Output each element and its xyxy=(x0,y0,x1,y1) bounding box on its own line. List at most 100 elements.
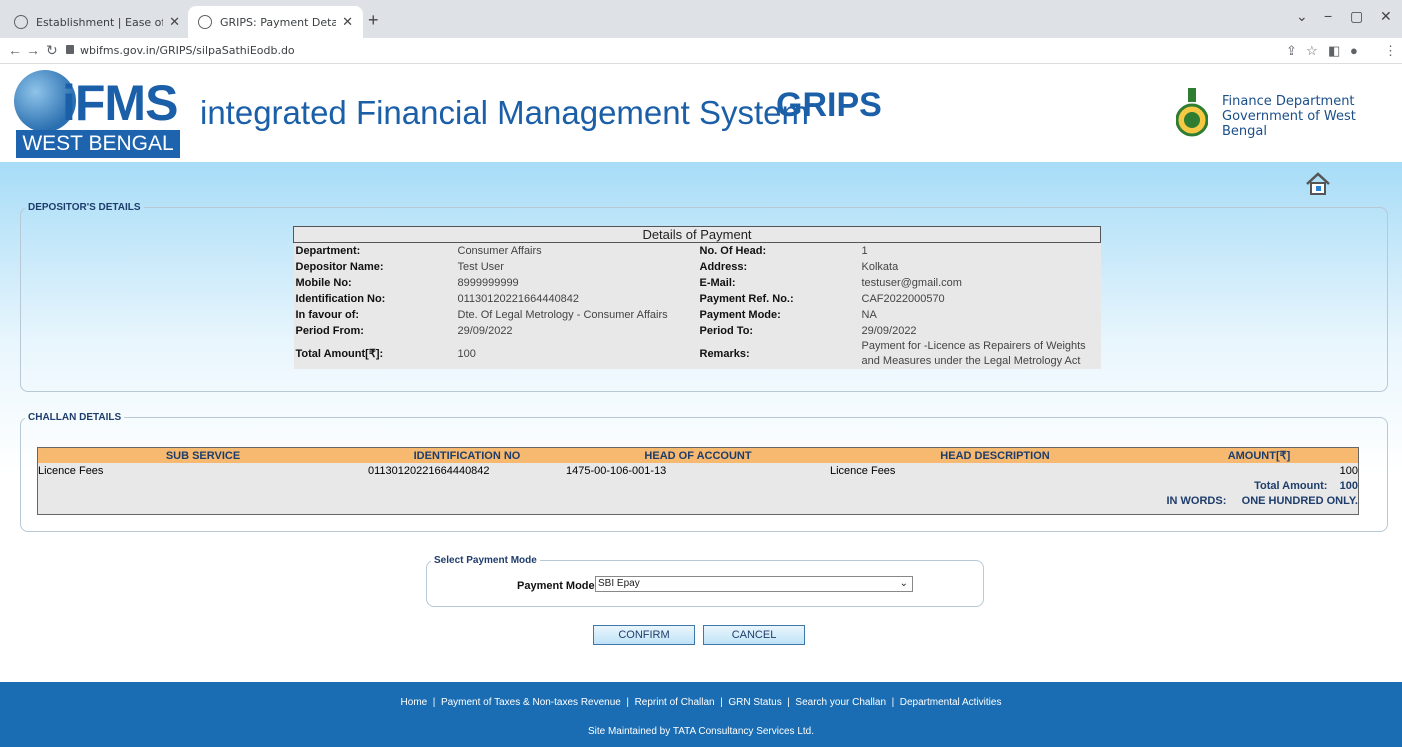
no-of-head-label: No. Of Head: xyxy=(697,242,860,259)
table-row: Identification No: 01130120221664440842 … xyxy=(293,290,1101,307)
depositor-details-legend: DEPOSITOR'S DETAILS xyxy=(28,202,141,213)
mobile-label: Mobile No: xyxy=(293,274,456,291)
address-bar: ← → ↻ wbifms.gov.in/GRIPS/silpaSathiEodb… xyxy=(0,38,1402,64)
main-content: DEPOSITOR'S DETAILS Details of Payment D… xyxy=(0,162,1402,682)
sub-service-cell: Licence Fees xyxy=(38,464,104,477)
payment-mode-select[interactable]: SBI Epay ⌄ xyxy=(595,576,913,592)
email-label: E-Mail: xyxy=(697,274,860,291)
identification-value: 01130120221664440842 xyxy=(455,290,698,307)
challan-details-legend: CHALLAN DETAILS xyxy=(28,412,122,423)
table-row: Depositor Name: Test User Address: Kolka… xyxy=(293,258,1101,275)
period-from-value: 29/09/2022 xyxy=(455,322,698,339)
new-tab-button[interactable]: + xyxy=(368,10,379,31)
in-words-label: IN WORDS: xyxy=(1166,494,1227,507)
menu-icon[interactable]: ⋮ xyxy=(1384,43,1397,59)
table-row: Department: Consumer Affairs No. Of Head… xyxy=(293,242,1101,259)
remarks-value: Payment for -Licence as Repairers of Wei… xyxy=(859,338,1101,369)
footer-link-search-challan[interactable]: Search your Challan xyxy=(795,697,886,708)
footer-links: Home | Payment of Taxes & Non-taxes Reve… xyxy=(400,697,1002,708)
period-to-value: 29/09/2022 xyxy=(859,322,1101,339)
table-row: Period From: 29/09/2022 Period To: 29/09… xyxy=(293,322,1101,339)
confirm-button[interactable]: CONFIRM xyxy=(593,625,695,645)
payment-details-title: Details of Payment xyxy=(293,226,1101,243)
depositor-details-section: DEPOSITOR'S DETAILS Details of Payment D… xyxy=(20,202,1388,392)
in-words-value: ONE HUNDRED ONLY. xyxy=(1241,494,1358,507)
total-amount-label: Total Amount: xyxy=(1254,479,1328,492)
close-icon[interactable]: ✕ xyxy=(169,15,180,30)
minimize-icon[interactable]: − xyxy=(1324,8,1332,24)
grips-logo: GRIPS xyxy=(776,86,882,124)
footer-link-home[interactable]: Home xyxy=(401,697,428,708)
footer-link-departmental[interactable]: Departmental Activities xyxy=(900,697,1002,708)
restore-icon[interactable]: ▢ xyxy=(1350,8,1363,25)
header-sub-service: SUB SERVICE xyxy=(38,448,368,463)
header-identification-no: IDENTIFICATION NO xyxy=(368,448,566,463)
ifms-logo-text: iFMS xyxy=(62,75,178,131)
address-value: Kolkata xyxy=(859,258,1101,275)
footer-maintained: Site Maintained by TATA Consultancy Serv… xyxy=(587,726,815,737)
chevron-down-icon: ⌄ xyxy=(899,578,908,589)
payment-ref-value: CAF2022000570 xyxy=(859,290,1101,307)
globe-icon xyxy=(14,15,28,29)
payment-ref-label: Payment Ref. No.: xyxy=(697,290,860,307)
close-window-icon[interactable]: ✕ xyxy=(1380,8,1392,25)
footer-link-reprint[interactable]: Reprint of Challan xyxy=(635,697,715,708)
profile-icon[interactable]: ● xyxy=(1350,43,1358,58)
amount-cell: 100 xyxy=(1339,464,1358,477)
header-amount: AMOUNT[₹] xyxy=(1160,448,1358,463)
header-head-description: HEAD DESCRIPTION xyxy=(830,448,1160,463)
address-label: Address: xyxy=(697,258,860,275)
table-row: Mobile No: 8999999999 E-Mail: testuser@g… xyxy=(293,274,1101,291)
total-amount-value: 100 xyxy=(455,338,698,369)
browser-tab-establishment[interactable]: Establishment | Ease of doing bu ✕ xyxy=(4,6,190,38)
payment-mode-value: NA xyxy=(859,306,1101,323)
identification-cell: 01130120221664440842 xyxy=(368,464,490,477)
department-value: Consumer Affairs xyxy=(455,242,698,259)
total-amount-row: Total Amount: 100 xyxy=(1160,478,1358,493)
email-value: testuser@gmail.com xyxy=(859,274,1101,291)
identification-label: Identification No: xyxy=(293,290,456,307)
star-icon[interactable]: ☆ xyxy=(1306,43,1318,59)
globe-icon xyxy=(198,15,212,29)
challan-table-box: SUB SERVICE IDENTIFICATION NO HEAD OF AC… xyxy=(37,447,1359,515)
site-footer: Home | Payment of Taxes & Non-taxes Reve… xyxy=(0,682,1402,747)
dept-line-1: Finance Department xyxy=(1222,94,1355,109)
footer-link-payment[interactable]: Payment of Taxes & Non-taxes Revenue xyxy=(441,697,621,708)
footer-link-grn-status[interactable]: GRN Status xyxy=(728,697,781,708)
close-icon[interactable]: ✕ xyxy=(342,15,353,30)
total-amount-label: Total Amount[₹]: xyxy=(293,338,456,369)
lock-icon xyxy=(66,45,74,54)
browser-tab-grips[interactable]: GRIPS: Payment Details ✕ xyxy=(188,6,363,38)
url-field[interactable]: wbifms.gov.in/GRIPS/silpaSathiEodb.do xyxy=(80,44,295,57)
depositor-name-label: Depositor Name: xyxy=(293,258,456,275)
table-row: Licence Fees 01130120221664440842 1475-0… xyxy=(38,463,1358,478)
share-icon[interactable]: ⇪ xyxy=(1286,43,1297,59)
cancel-button[interactable]: CANCEL xyxy=(703,625,805,645)
west-bengal-label: WEST BENGAL xyxy=(16,130,180,158)
table-row: In favour of: Dte. Of Legal Metrology - … xyxy=(293,306,1101,323)
payment-mode-selected: SBI Epay xyxy=(598,578,640,589)
remarks-label: Remarks: xyxy=(697,338,860,369)
dept-line-2: Government of West Bengal xyxy=(1222,109,1356,139)
sidepanel-icon[interactable]: ◧ xyxy=(1328,43,1340,59)
tab-title: Establishment | Ease of doing bu xyxy=(36,15,163,29)
no-of-head-value: 1 xyxy=(859,242,1101,259)
challan-details-section: CHALLAN DETAILS SUB SERVICE IDENTIFICATI… xyxy=(20,412,1388,532)
home-icon[interactable] xyxy=(1304,170,1332,198)
head-description-cell: Licence Fees xyxy=(830,464,896,477)
back-icon[interactable]: ← xyxy=(8,42,22,58)
reload-icon[interactable]: ↻ xyxy=(46,42,58,59)
forward-icon[interactable]: → xyxy=(26,42,40,58)
tab-title: GRIPS: Payment Details xyxy=(220,15,337,29)
finance-department: Finance Department Government of West Be… xyxy=(1222,94,1402,139)
header-head-of-account: HEAD OF ACCOUNT xyxy=(566,448,830,463)
depositor-name-value: Test User xyxy=(455,258,698,275)
mobile-value: 8999999999 xyxy=(455,274,698,291)
in-favour-label: In favour of: xyxy=(293,306,456,323)
site-header: iFMS WEST BENGAL integrated Financial Ma… xyxy=(0,64,1402,162)
chevron-down-icon[interactable]: ⌄ xyxy=(1296,8,1308,25)
payment-mode-legend: Select Payment Mode xyxy=(434,555,537,566)
department-label: Department: xyxy=(293,242,456,259)
payment-mode-field-label: Payment Mode: xyxy=(517,580,599,592)
period-to-label: Period To: xyxy=(697,322,860,339)
